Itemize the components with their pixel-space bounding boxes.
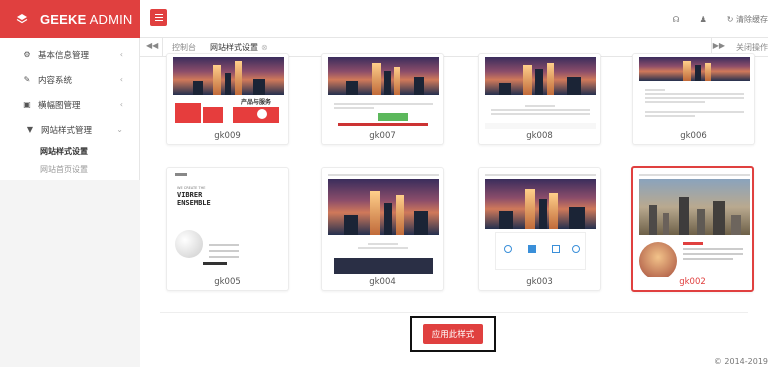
template-thumbnail: WE CREATE THE VIBRER ENSEMBLE (173, 172, 284, 277)
refresh-icon: ↻ (726, 14, 734, 24)
template-thumbnail (639, 172, 750, 277)
template-card-gk003[interactable]: gk003 (478, 167, 601, 291)
sidebar-item-label: 内容系统 (38, 75, 73, 86)
close-operations-button[interactable]: 关闭操作 (736, 42, 768, 53)
thumb-heading: 产品与服务 (241, 99, 272, 106)
tab-dashboard[interactable]: 控制台 (172, 42, 196, 53)
template-name: gk007 (369, 131, 396, 141)
image-icon: ▣ (23, 100, 31, 109)
chevron-left-icon: ‹ (119, 75, 123, 84)
template-thumbnail: 产品与服务 (173, 57, 284, 132)
thumb-text: WE CREATE THE (177, 186, 206, 190)
sidebar-subitem-style-settings[interactable]: 网站样式设置 (0, 142, 139, 160)
shield-icon: ▼ (26, 125, 34, 134)
headset-icon[interactable]: ☊ (672, 15, 679, 24)
template-thumbnail (328, 172, 439, 277)
sidebar-subitem-home-settings[interactable]: 网站首页设置 (0, 160, 139, 178)
sidebar: ⚙ 基本信息管理 ‹ ✎ 内容系统 ‹ ▣ 横幅图管理 ‹ ▼ 网站样式管理 ⌄… (0, 38, 140, 367)
top-header: ☊ ♟ ↻ 清除缓存 (140, 0, 768, 38)
menu-toggle-button[interactable] (150, 9, 167, 26)
template-card-gk008[interactable]: gk008 (478, 53, 601, 145)
chevron-left-icon: ‹ (119, 50, 123, 59)
thumb-text: ENSEMBLE (177, 199, 211, 207)
user-icon[interactable]: ♟ (700, 15, 707, 24)
tab-scroll-right-icon[interactable]: ▶▶ (713, 41, 725, 50)
tab-site-style-settings[interactable]: 网站样式设置 ⊗ (210, 42, 268, 53)
sidebar-item-banner[interactable]: ▣ 横幅图管理 ‹ (0, 92, 139, 117)
logo-bar: GEEKE ADMIN (0, 0, 140, 38)
chevron-down-icon: ⌄ (116, 125, 123, 134)
sidebar-item-site-style[interactable]: ▼ 网站样式管理 ⌄ (0, 117, 139, 142)
template-thumbnail (485, 172, 596, 277)
template-card-gk004[interactable]: gk004 (321, 167, 444, 291)
sidebar-item-label: 基本信息管理 (38, 50, 90, 61)
template-name: gk009 (214, 131, 241, 141)
sidebar-item-label: 网站样式管理 (41, 125, 93, 136)
template-gallery: 产品与服务 gk009 gk007 gk008 gk006 WE CREATE … (140, 53, 768, 367)
template-card-gk007[interactable]: gk007 (321, 53, 444, 145)
template-thumbnail (485, 57, 596, 132)
template-name: gk004 (369, 277, 396, 287)
template-card-gk005[interactable]: WE CREATE THE VIBRER ENSEMBLE gk005 (166, 167, 289, 291)
tab-label: 网站样式设置 (210, 43, 258, 52)
tab-scroll-left-icon[interactable]: ◀◀ (146, 41, 158, 50)
template-thumbnail (328, 57, 439, 132)
copyright: © 2014-2019 (713, 357, 768, 366)
divider (160, 312, 748, 313)
template-card-gk006[interactable]: gk006 (632, 53, 755, 145)
clear-cache-label: 清除缓存 (736, 14, 768, 24)
sidebar-item-content-system[interactable]: ✎ 内容系统 ‹ (0, 67, 139, 92)
template-thumbnail (639, 57, 750, 132)
apply-style-button[interactable]: 应用此样式 (422, 324, 484, 344)
sidebar-menu: ⚙ 基本信息管理 ‹ ✎ 内容系统 ‹ ▣ 横幅图管理 ‹ ▼ 网站样式管理 ⌄… (0, 38, 140, 180)
thumb-text: VIBRER (177, 191, 203, 199)
template-card-gk002[interactable]: gk002 (631, 166, 754, 292)
sidebar-item-basic-info[interactable]: ⚙ 基本信息管理 ‹ (0, 42, 139, 67)
template-name: gk006 (680, 131, 707, 141)
template-name: gk008 (526, 131, 553, 141)
clear-cache-button[interactable]: ↻ 清除缓存 (727, 14, 768, 25)
chevron-left-icon: ‹ (119, 100, 123, 109)
header-tools: ☊ ♟ ↻ 清除缓存 (672, 0, 768, 38)
sidebar-item-label: 横幅图管理 (38, 100, 81, 111)
edit-icon: ✎ (23, 75, 31, 84)
apply-button-highlight: 应用此样式 (410, 316, 496, 352)
logo-icon (16, 14, 28, 24)
template-card-gk009[interactable]: 产品与服务 gk009 (166, 53, 289, 145)
brand-name: GEEKE ADMIN (40, 11, 133, 27)
template-name: gk002 (679, 277, 706, 287)
template-name: gk003 (526, 277, 553, 287)
template-name: gk005 (214, 277, 241, 287)
gear-icon: ⚙ (23, 50, 31, 59)
close-icon[interactable]: ⊗ (261, 43, 268, 52)
